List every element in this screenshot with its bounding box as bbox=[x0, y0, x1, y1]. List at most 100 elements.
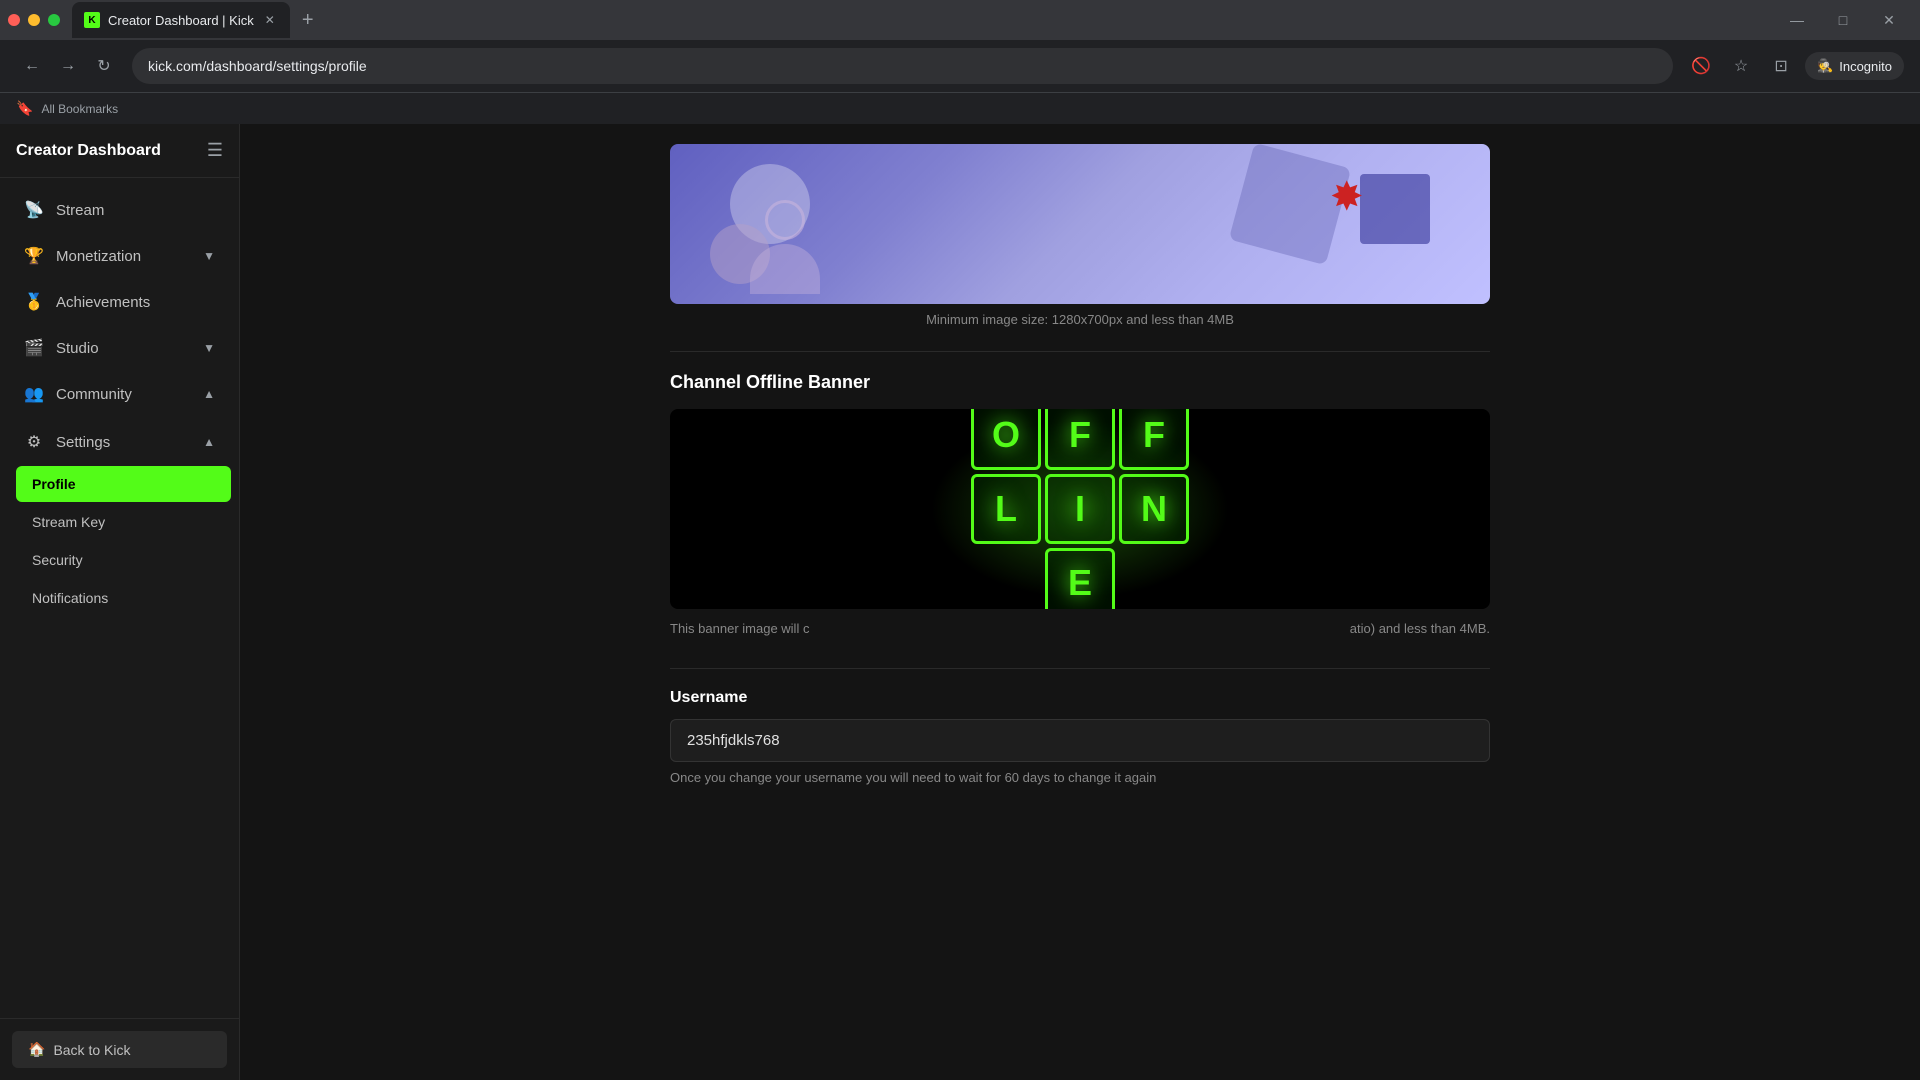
monetization-icon: 🏆 bbox=[24, 246, 44, 266]
sidebar-item-community[interactable]: 👥 Community ▲ bbox=[8, 372, 231, 416]
browser-chrome: K Creator Dashboard | Kick ✕ + — □ ✕ ← →… bbox=[0, 0, 1920, 124]
hamburger-icon[interactable]: ☰ bbox=[207, 140, 223, 161]
devices-icon[interactable]: ⊡ bbox=[1765, 50, 1797, 82]
bookmark-icon[interactable]: ☆ bbox=[1725, 50, 1757, 82]
bookmarks-icon: 🔖 bbox=[16, 100, 33, 117]
address-input[interactable] bbox=[132, 48, 1673, 84]
sidebar-item-label-security: Security bbox=[32, 552, 83, 568]
back-to-kick-icon: 🏠 bbox=[28, 1041, 45, 1058]
studio-icon: 🎬 bbox=[24, 338, 44, 358]
channel-banner-image: ✸ bbox=[670, 144, 1490, 304]
offline-cell-f1: F bbox=[1045, 409, 1115, 470]
sidebar-item-label-stream-key: Stream Key bbox=[32, 514, 105, 530]
username-section-title: Username bbox=[670, 689, 1490, 707]
sidebar-nav: 📡 Stream 🏆 Monetization ▼ 🥇 Achievements… bbox=[0, 178, 239, 1018]
back-button[interactable]: ← bbox=[16, 50, 48, 82]
studio-chevron-icon: ▼ bbox=[203, 341, 215, 355]
forward-button[interactable]: → bbox=[52, 50, 84, 82]
sidebar-item-stream[interactable]: 📡 Stream bbox=[8, 188, 231, 232]
banner-image-caption: Minimum image size: 1280x700px and less … bbox=[670, 312, 1490, 327]
offline-banner-caption-right: atio) and less than 4MB. bbox=[1350, 621, 1490, 636]
offline-cell-e: E bbox=[1045, 548, 1115, 609]
close-button[interactable]: ✕ bbox=[1866, 0, 1912, 40]
content-inner: ✸ Minimum image size: 1280x700px and les… bbox=[630, 124, 1530, 821]
offline-cell-n: N bbox=[1119, 474, 1189, 544]
community-icon: 👥 bbox=[24, 384, 44, 404]
offline-text-grid: O F F L I N E bbox=[971, 409, 1189, 609]
new-tab-button[interactable]: + bbox=[294, 6, 322, 34]
person-head bbox=[765, 200, 805, 240]
dot-maximize[interactable] bbox=[48, 14, 60, 26]
settings-icon: ⚙ bbox=[24, 432, 44, 452]
banner-star-icon: ✸ bbox=[1330, 174, 1380, 224]
sidebar-item-security[interactable]: Security bbox=[16, 542, 231, 578]
camera-off-icon[interactable]: 🚫 bbox=[1685, 50, 1717, 82]
sidebar-footer: 🏠 Back to Kick bbox=[0, 1018, 239, 1080]
settings-section: ⚙ Settings ▲ Profile Stream Key Security bbox=[8, 420, 231, 616]
window-controls: — □ ✕ bbox=[1774, 0, 1912, 40]
sidebar-title: Creator Dashboard bbox=[16, 142, 161, 160]
offline-banner-preview: O F F L I N E bbox=[670, 409, 1490, 609]
achievements-icon: 🥇 bbox=[24, 292, 44, 312]
bookmarks-label: All Bookmarks bbox=[41, 102, 118, 116]
nav-buttons: ← → ↻ bbox=[16, 50, 120, 82]
back-to-kick-button[interactable]: 🏠 Back to Kick bbox=[12, 1031, 227, 1068]
sidebar-item-label-achievements: Achievements bbox=[56, 294, 215, 311]
sidebar-item-notifications[interactable]: Notifications bbox=[16, 580, 231, 616]
incognito-button[interactable]: 🕵 Incognito bbox=[1805, 52, 1904, 80]
tab-title: Creator Dashboard | Kick bbox=[108, 13, 254, 28]
offline-banner-section-title: Channel Offline Banner bbox=[670, 372, 1490, 393]
sidebar-item-label-notifications: Notifications bbox=[32, 590, 108, 606]
incognito-hat-icon: 🕵 bbox=[1817, 58, 1833, 74]
community-chevron-icon: ▲ bbox=[203, 387, 215, 401]
settings-sub-items: Profile Stream Key Security Notification… bbox=[8, 466, 231, 616]
sidebar-item-monetization[interactable]: 🏆 Monetization ▼ bbox=[8, 234, 231, 278]
offline-cell-empty bbox=[971, 548, 1041, 609]
bookmarks-bar: 🔖 All Bookmarks bbox=[0, 92, 1920, 124]
offline-banner-caption: This banner image will c atio) and less … bbox=[670, 609, 1490, 648]
username-section: Username Once you change your username y… bbox=[670, 689, 1490, 785]
offline-banner-caption-left: This banner image will c bbox=[670, 621, 809, 636]
maximize-button[interactable]: □ bbox=[1820, 0, 1866, 40]
sidebar-item-label-monetization: Monetization bbox=[56, 248, 191, 265]
reload-button[interactable]: ↻ bbox=[88, 50, 120, 82]
sidebar: Creator Dashboard ☰ 📡 Stream 🏆 Monetizat… bbox=[0, 124, 240, 1080]
browser-tab-active[interactable]: K Creator Dashboard | Kick ✕ bbox=[72, 2, 290, 38]
monetization-chevron-icon: ▼ bbox=[203, 249, 215, 263]
app-layout: Creator Dashboard ☰ 📡 Stream 🏆 Monetizat… bbox=[0, 124, 1920, 1080]
sidebar-item-stream-key[interactable]: Stream Key bbox=[16, 504, 231, 540]
sidebar-item-label-studio: Studio bbox=[56, 340, 191, 357]
window-dots bbox=[8, 14, 60, 26]
sidebar-item-profile[interactable]: Profile bbox=[16, 466, 231, 502]
offline-cell-l: L bbox=[971, 474, 1041, 544]
offline-cell-f2: F bbox=[1119, 409, 1189, 470]
person-body bbox=[750, 244, 820, 294]
sidebar-item-studio[interactable]: 🎬 Studio ▼ bbox=[8, 326, 231, 370]
sidebar-item-label-community: Community bbox=[56, 386, 191, 403]
back-to-kick-label: Back to Kick bbox=[53, 1042, 130, 1058]
section-divider-1 bbox=[670, 351, 1490, 352]
username-hint: Once you change your username you will n… bbox=[670, 770, 1490, 785]
minimize-button[interactable]: — bbox=[1774, 0, 1820, 40]
offline-cell-i: I bbox=[1045, 474, 1115, 544]
banner-person-shape bbox=[750, 200, 820, 294]
dot-close[interactable] bbox=[8, 14, 20, 26]
tab-close-button[interactable]: ✕ bbox=[262, 12, 278, 28]
offline-cell-empty2 bbox=[1119, 548, 1189, 609]
sidebar-item-label-stream: Stream bbox=[56, 202, 215, 219]
sidebar-item-settings[interactable]: ⚙ Settings ▲ bbox=[8, 420, 231, 464]
offline-cell-o: O bbox=[971, 409, 1041, 470]
settings-chevron-icon: ▲ bbox=[203, 435, 215, 449]
tab-bar: K Creator Dashboard | Kick ✕ + — □ ✕ bbox=[0, 0, 1920, 40]
channel-banner-container: ✸ bbox=[670, 144, 1490, 304]
incognito-label: Incognito bbox=[1839, 59, 1892, 74]
address-bar: ← → ↻ 🚫 ☆ ⊡ 🕵 Incognito bbox=[0, 40, 1920, 92]
tab-favicon: K bbox=[84, 12, 100, 28]
sidebar-item-label-profile: Profile bbox=[32, 476, 76, 492]
main-content: ✸ Minimum image size: 1280x700px and les… bbox=[240, 124, 1920, 1080]
section-divider-2 bbox=[670, 668, 1490, 669]
username-input[interactable] bbox=[670, 719, 1490, 762]
dot-minimize[interactable] bbox=[28, 14, 40, 26]
sidebar-item-label-settings: Settings bbox=[56, 434, 191, 451]
sidebar-item-achievements[interactable]: 🥇 Achievements bbox=[8, 280, 231, 324]
